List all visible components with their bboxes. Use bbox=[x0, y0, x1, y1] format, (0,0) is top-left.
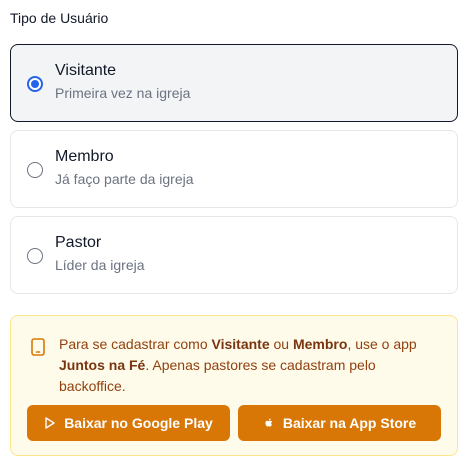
radio-visitante[interactable] bbox=[27, 76, 43, 92]
option-title: Visitante bbox=[55, 62, 117, 79]
radio-membro[interactable] bbox=[27, 162, 43, 178]
radio-pastor[interactable] bbox=[27, 248, 43, 264]
option-subtitle: Líder da igreja bbox=[55, 257, 145, 273]
app-download-notice: Para se cadastrar como Visitante ou Memb… bbox=[10, 315, 458, 456]
option-subtitle: Primeira vez na igreja bbox=[55, 85, 191, 101]
app-store-button[interactable]: Baixar na App Store bbox=[238, 405, 441, 441]
option-subtitle: Já faço parte da igreja bbox=[55, 171, 194, 187]
option-title: Pastor bbox=[55, 234, 102, 251]
smartphone-icon bbox=[31, 338, 45, 356]
google-play-label: Baixar no Google Play bbox=[64, 415, 213, 431]
apple-icon bbox=[265, 418, 273, 427]
user-type-option-membro[interactable]: Membro Já faço parte da igreja bbox=[10, 130, 458, 208]
notice-message: Para se cadastrar como Visitante ou Memb… bbox=[59, 336, 417, 394]
play-icon bbox=[45, 417, 55, 429]
user-type-option-pastor[interactable]: Pastor Líder da igreja bbox=[10, 216, 458, 294]
section-label: Tipo de Usuário bbox=[10, 10, 109, 26]
app-store-label: Baixar na App Store bbox=[282, 415, 417, 431]
google-play-button[interactable]: Baixar no Google Play bbox=[27, 405, 230, 441]
option-title: Membro bbox=[55, 148, 114, 165]
user-type-option-visitante[interactable]: Visitante Primeira vez na igreja bbox=[10, 44, 458, 122]
